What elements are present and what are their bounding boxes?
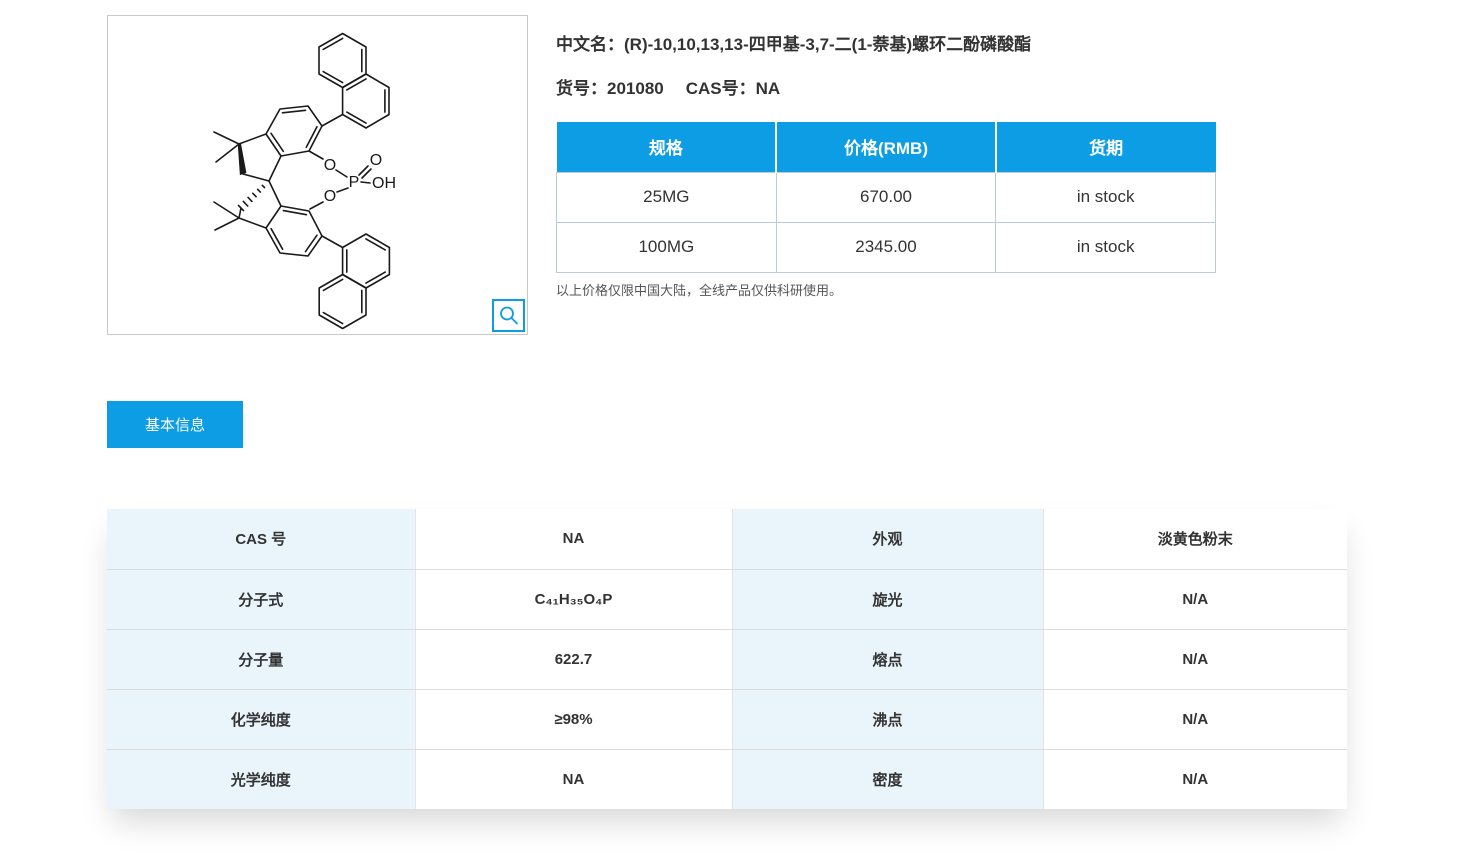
price-table: 规格 价格(RMB) 货期 25MG 670.00 in stock 100MG… — [556, 122, 1216, 273]
price-row: 100MG 2345.00 in stock — [557, 222, 1216, 272]
spec-cell: 100MG — [557, 222, 777, 272]
info-value: 622.7 — [415, 629, 732, 689]
info-label: 密度 — [732, 749, 1043, 809]
spec-cell: 25MG — [557, 172, 777, 222]
price-header-leadtime: 货期 — [996, 122, 1216, 172]
info-label: 旋光 — [732, 569, 1043, 629]
product-image-box: O P O OH O — [107, 15, 528, 335]
price-cell: 2345.00 — [776, 222, 996, 272]
price-row: 25MG 670.00 in stock — [557, 172, 1216, 222]
stock-cell: in stock — [996, 222, 1216, 272]
info-row: 光学纯度 NA 密度 N/A — [107, 749, 1347, 809]
info-row: 化学纯度 ≥98% 沸点 N/A — [107, 689, 1347, 749]
info-value: C₄₁H₃₅O₄P — [415, 569, 732, 629]
price-header-row: 规格 价格(RMB) 货期 — [557, 122, 1216, 172]
info-value: N/A — [1043, 689, 1347, 749]
info-value: ≥98% — [415, 689, 732, 749]
basic-info-table: CAS 号 NA 外观 淡黄色粉末 分子式 C₄₁H₃₅O₄P 旋光 N/A 分… — [107, 509, 1347, 809]
info-row: CAS 号 NA 外观 淡黄色粉末 — [107, 509, 1347, 569]
info-label: 化学纯度 — [107, 689, 415, 749]
atom-label-oh: OH — [372, 175, 396, 192]
basic-info-card: CAS 号 NA 外观 淡黄色粉末 分子式 C₄₁H₃₅O₄P 旋光 N/A 分… — [107, 509, 1347, 809]
tab-basic-info[interactable]: 基本信息 — [107, 401, 243, 448]
product-name: (R)-10,10,13,13-四甲基-3,7-二(1-萘基)螺环二酚磷酸酯 — [624, 35, 1031, 54]
atom-label-o-bottom: O — [324, 188, 336, 205]
atom-label-p: P — [349, 174, 360, 191]
cas-number: NA — [756, 79, 781, 98]
info-label: CAS 号 — [107, 509, 415, 569]
price-cell: 670.00 — [776, 172, 996, 222]
catalog-number: 201080 — [607, 79, 664, 98]
product-page: O P O OH O 中文名：(R)-10,10,13,13-四甲基-3,7-二… — [0, 0, 1463, 863]
info-row: 分子量 622.7 熔点 N/A — [107, 629, 1347, 689]
zoom-button[interactable] — [492, 299, 525, 332]
atom-label-o-top: O — [324, 157, 336, 174]
info-value: N/A — [1043, 569, 1347, 629]
info-label: 分子量 — [107, 629, 415, 689]
info-value: N/A — [1043, 749, 1347, 809]
info-value: N/A — [1043, 629, 1347, 689]
price-header-price: 价格(RMB) — [776, 122, 996, 172]
info-value: NA — [415, 749, 732, 809]
product-title-block: 中文名：(R)-10,10,13,13-四甲基-3,7-二(1-萘基)螺环二酚磷… — [556, 30, 1031, 99]
atom-label-o-double: O — [370, 152, 382, 169]
info-row: 分子式 C₄₁H₃₅O₄P 旋光 N/A — [107, 569, 1347, 629]
info-label: 分子式 — [107, 569, 415, 629]
info-label: 光学纯度 — [107, 749, 415, 809]
product-name-line: 中文名：(R)-10,10,13,13-四甲基-3,7-二(1-萘基)螺环二酚磷… — [556, 30, 1031, 55]
name-label: 中文名： — [556, 35, 624, 54]
info-label: 沸点 — [732, 689, 1043, 749]
info-value: 淡黄色粉末 — [1043, 509, 1347, 569]
cas-label: CAS号： — [686, 79, 756, 98]
catalog-label: 货号： — [556, 79, 607, 98]
info-value: NA — [415, 509, 732, 569]
magnifier-icon — [497, 304, 521, 328]
product-meta-line: 货号：201080 CAS号：NA — [556, 74, 1031, 99]
price-note: 以上价格仅限中国大陆，全线产品仅供科研使用。 — [556, 280, 842, 299]
info-label: 外观 — [732, 509, 1043, 569]
structure-image: O P O OH O — [108, 16, 529, 336]
price-header-spec: 规格 — [557, 122, 777, 172]
stock-cell: in stock — [996, 172, 1216, 222]
info-label: 熔点 — [732, 629, 1043, 689]
